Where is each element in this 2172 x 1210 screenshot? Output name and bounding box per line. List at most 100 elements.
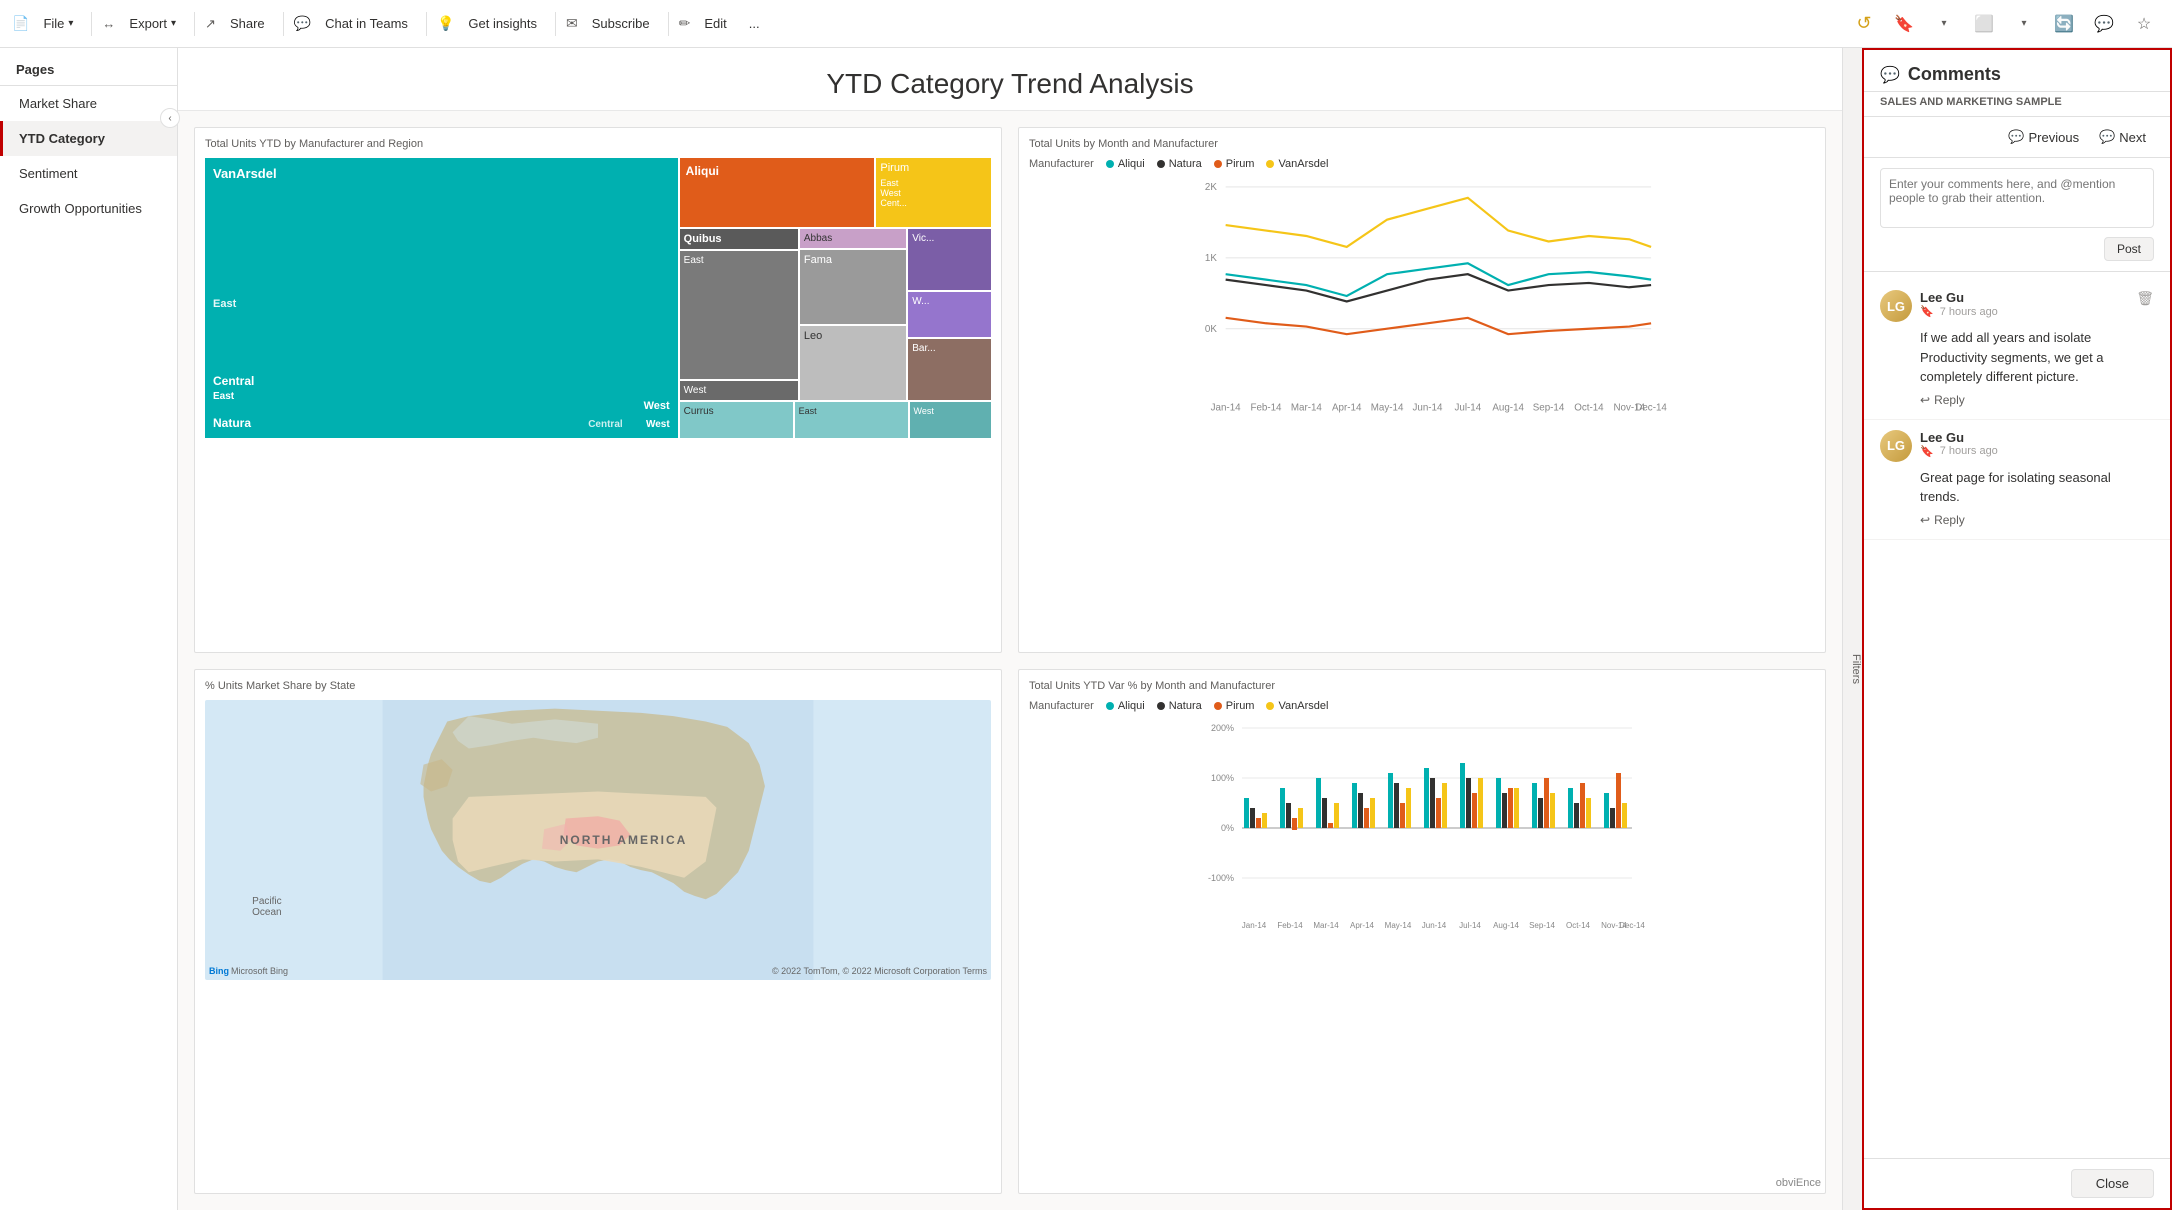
legend-pirum: Pirum	[1214, 158, 1255, 170]
chat-teams-button[interactable]: Chat in Teams	[317, 10, 416, 37]
comments-subtitle: SALES AND MARKETING SAMPLE	[1864, 92, 2170, 117]
reload-button[interactable]: 🔄	[2048, 8, 2080, 40]
svg-text:Mar-14: Mar-14	[1291, 403, 1323, 414]
natura-label: Natura	[213, 416, 251, 430]
bar-cell[interactable]: Bar...	[908, 339, 991, 400]
next-icon: 💬	[2099, 129, 2115, 145]
comment-button[interactable]: 💬	[2088, 8, 2120, 40]
get-insights-button[interactable]: Get insights	[460, 10, 545, 37]
sidebar-item-ytd-category[interactable]: YTD Category	[0, 121, 177, 156]
bookmark-chevron-button[interactable]: ▾	[1928, 8, 1960, 40]
svg-text:May-14: May-14	[1371, 403, 1404, 414]
treemap-visual[interactable]: VanArsdel East Central West Natura Centr…	[205, 158, 991, 438]
east-mid-label: East	[213, 298, 236, 310]
west3-cell[interactable]: West	[910, 402, 991, 438]
natura-dot	[1157, 160, 1165, 168]
treemap-vanarsdel[interactable]: VanArsdel East Central West Natura Centr…	[205, 158, 678, 438]
reply-button-1[interactable]: ↩ Reply	[1920, 391, 1965, 409]
leo-cell[interactable]: Leo	[800, 326, 906, 400]
filters-label: Filters	[1850, 654, 1862, 684]
comment-input[interactable]	[1880, 168, 2154, 228]
abbas-cell[interactable]: Abbas	[800, 229, 906, 248]
bar-chart: Total Units YTD Var % by Month and Manuf…	[1018, 669, 1826, 1195]
map-visual[interactable]: NORTH AMERICA PacificOcean Bing Microsof…	[205, 700, 991, 980]
previous-icon: 💬	[2008, 129, 2024, 145]
svg-text:Aug-14: Aug-14	[1492, 403, 1524, 414]
comment-meta-1: Lee Gu 🔖 7 hours ago	[1920, 290, 2128, 318]
export-icon: ↔	[102, 16, 115, 31]
reply-icon-2: ↩	[1920, 513, 1930, 527]
treemap-chart: Total Units YTD by Manufacturer and Regi…	[194, 127, 1002, 653]
map-svg	[205, 700, 991, 980]
map-chart-title: % Units Market Share by State	[205, 680, 991, 692]
quibus-west-cell[interactable]: West	[680, 381, 798, 400]
edit-button[interactable]: Edit	[696, 10, 734, 37]
view-button[interactable]: ⬜	[1968, 8, 2000, 40]
bar-chart-svg: 200% 100% 0% -100%	[1029, 718, 1815, 938]
previous-button[interactable]: 💬 Previous	[2000, 125, 2087, 149]
treemap-title: Total Units YTD by Manufacturer and Regi…	[205, 138, 991, 150]
filters-panel[interactable]: Filters	[1842, 48, 1862, 1210]
bookmark-comment-icon-1: 🔖	[1920, 305, 1934, 318]
export-chevron-icon: ▾	[171, 18, 176, 29]
vic-cell[interactable]: Vic...	[908, 229, 991, 290]
subscribe-button[interactable]: Subscribe	[584, 10, 658, 37]
line-chart-legend: Manufacturer Aliqui Natura Pirum	[1029, 158, 1815, 170]
map-copyright-label: © 2022 TomTom, © 2022 Microsoft Corporat…	[772, 966, 987, 976]
more-button[interactable]: ...	[741, 10, 768, 37]
bar-pirum-dot	[1214, 702, 1222, 710]
svg-text:1K: 1K	[1205, 253, 1217, 264]
sidebar-item-growth-opportunities[interactable]: Growth Opportunities	[0, 191, 177, 226]
west-side-label: West	[644, 400, 670, 412]
svg-text:0%: 0%	[1221, 823, 1234, 833]
vic-col: Vic... W... Bar...	[908, 229, 991, 400]
divider-3	[283, 12, 284, 36]
svg-text:2K: 2K	[1205, 182, 1217, 193]
east3-cell[interactable]: East	[795, 402, 908, 438]
quibus-cell[interactable]: Quibus	[680, 229, 798, 249]
topbar-right: ↺ 🔖 ▾ ⬜ ▾ 🔄 💬 ☆	[1848, 8, 2160, 40]
reply-button-2[interactable]: ↩ Reply	[1920, 511, 1965, 529]
share-button[interactable]: Share	[222, 10, 273, 37]
w-cell[interactable]: W...	[908, 292, 991, 337]
file-button[interactable]: File ▾	[35, 10, 81, 37]
sidebar-collapse-button[interactable]: ‹	[160, 108, 180, 128]
svg-text:0K: 0K	[1205, 324, 1217, 335]
svg-text:Sep-14: Sep-14	[1533, 403, 1565, 414]
bar-legend-pirum: Pirum	[1214, 700, 1255, 712]
star-button[interactable]: ☆	[2128, 8, 2160, 40]
svg-text:Oct-14: Oct-14	[1566, 921, 1591, 930]
sidebar-item-market-share[interactable]: Market Share	[0, 86, 177, 121]
bar-chart-legend: Manufacturer Aliqui Natura Pirum	[1029, 700, 1815, 712]
treemap-bottom-rows: Quibus East West Abbas Fama Leo	[680, 229, 991, 400]
comment-reply-row-2: ↩ Reply	[1880, 511, 2154, 529]
comment-time-row-2: 🔖 7 hours ago	[1920, 445, 2154, 458]
view-chevron-button[interactable]: ▾	[2008, 8, 2040, 40]
bookmark-button[interactable]: 🔖	[1888, 8, 1920, 40]
delete-icon-1[interactable]: 🗑	[2136, 290, 2154, 307]
post-button[interactable]: Post	[2104, 237, 2154, 261]
pirum-cell[interactable]: Pirum East West Cent...	[876, 158, 991, 227]
quibus-east-cell[interactable]: East	[680, 251, 798, 379]
export-button[interactable]: Export ▾	[121, 10, 184, 37]
divider-6	[668, 12, 669, 36]
charts-container: Total Units YTD by Manufacturer and Regi…	[178, 111, 1842, 1210]
refresh-button[interactable]: ↺	[1848, 8, 1880, 40]
sidebar-header: Pages	[0, 48, 177, 86]
svg-text:Apr-14: Apr-14	[1350, 921, 1375, 930]
avatar-2: LG	[1880, 430, 1912, 462]
comments-icon: 💬	[1880, 65, 1900, 85]
currus-cell[interactable]: Currus	[680, 402, 793, 438]
sidebar-item-sentiment[interactable]: Sentiment	[0, 156, 177, 191]
comment-meta-2: Lee Gu 🔖 7 hours ago	[1920, 430, 2154, 458]
comments-nav: 💬 Previous 💬 Next	[1864, 117, 2170, 158]
next-button[interactable]: 💬 Next	[2091, 125, 2154, 149]
aliqui-cell[interactable]: Aliqui	[680, 158, 875, 227]
comment-top-1: LG Lee Gu 🔖 7 hours ago 🗑	[1880, 290, 2154, 322]
comment-input-area: Post	[1864, 158, 2170, 272]
line-chart-svg: 2K 1K 0K Jan-14 Feb-14 Mar-14 Apr-14	[1029, 176, 1815, 416]
close-button[interactable]: Close	[2071, 1169, 2154, 1198]
pacific-ocean-label: PacificOcean	[252, 896, 281, 918]
svg-text:Dec-14: Dec-14	[1635, 403, 1667, 414]
fama-cell[interactable]: Fama	[800, 250, 906, 324]
